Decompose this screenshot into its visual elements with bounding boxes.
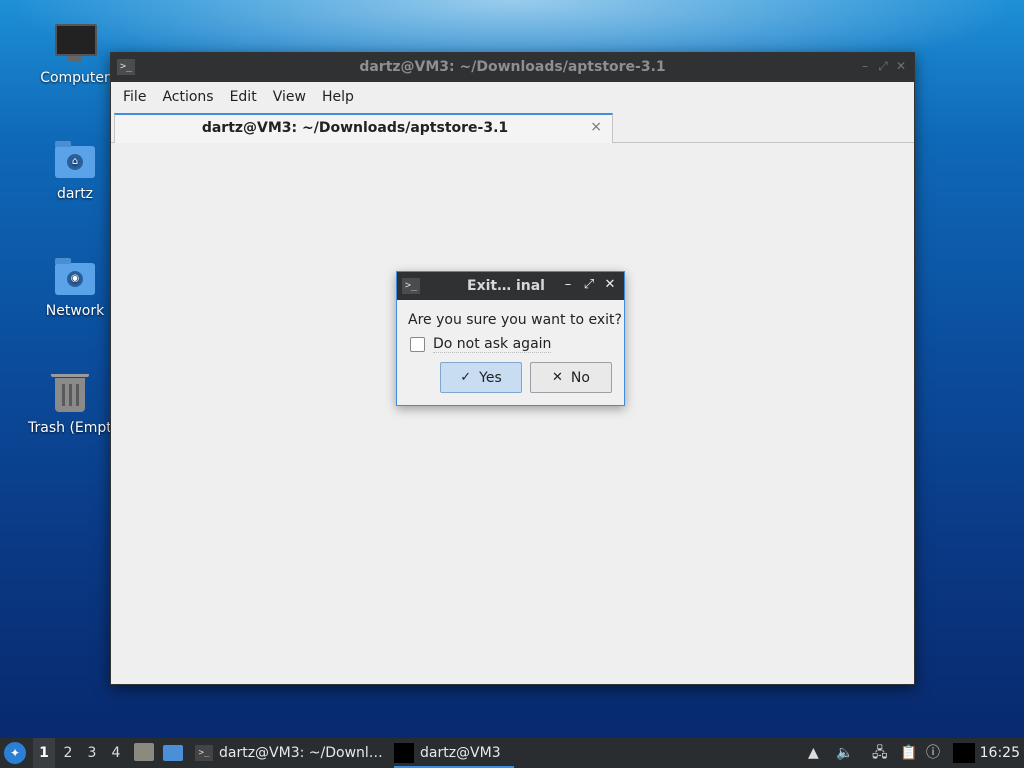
tray-window-thumbnail-icon[interactable] xyxy=(953,743,975,763)
update-notifier-icon[interactable]: ⓘ xyxy=(926,738,940,768)
checkbox-box[interactable] xyxy=(410,337,425,352)
taskbar-task-terminal[interactable]: >_ dartz@VM3: ~/Downl… xyxy=(195,738,385,768)
dialog-titlebar[interactable]: >_ Exit… inal – ⤢ ✕ xyxy=(397,272,624,300)
no-label: No xyxy=(570,369,590,386)
terminal-icon: >_ xyxy=(195,745,213,761)
checkbox-label[interactable]: Do not ask again xyxy=(433,336,552,353)
cross-icon: ✕ xyxy=(552,370,563,385)
dialog-title: Exit… inal xyxy=(467,278,545,294)
window-title: dartz@VM3: ~/Downloads/aptstore-3.1 xyxy=(359,59,666,75)
computer-icon xyxy=(55,24,97,64)
check-icon: ✓ xyxy=(460,370,472,385)
home-folder-icon: ⌂ xyxy=(55,140,95,180)
tab-bar: dartz@VM3: ~/Downloads/aptstore-3.1 × xyxy=(111,112,914,143)
show-desktop-icon[interactable] xyxy=(163,745,183,761)
minimize-button[interactable]: – xyxy=(858,59,872,73)
menu-edit[interactable]: Edit xyxy=(222,89,265,105)
tab-label: dartz@VM3: ~/Downloads/aptstore-3.1 xyxy=(201,120,509,136)
terminal-icon: >_ xyxy=(402,278,420,294)
trash-icon xyxy=(50,374,90,414)
file-manager-launcher-icon[interactable] xyxy=(134,743,154,761)
dialog-maximize-button[interactable]: ⤢ xyxy=(582,277,596,292)
network-folder-icon: ◉ xyxy=(55,257,95,297)
maximize-button[interactable]: ⤢ xyxy=(876,59,890,74)
dialog-close-button[interactable]: ✕ xyxy=(603,277,617,292)
window-titlebar[interactable]: >_ dartz@VM3: ~/Downloads/aptstore-3.1 –… xyxy=(111,53,914,82)
menu-help[interactable]: Help xyxy=(314,89,362,105)
window-thumbnail-icon xyxy=(394,743,414,763)
yes-button[interactable]: ✓ Yes xyxy=(440,362,522,393)
no-button[interactable]: ✕ No xyxy=(530,362,612,393)
taskbar: ✦ 1 2 3 4 >_ dartz@VM3: ~/Downl… dartz@VM… xyxy=(0,738,1024,768)
tab-close-icon[interactable]: × xyxy=(590,119,602,135)
dialog-message: Are you sure you want to exit? xyxy=(408,312,622,328)
network-tray-icon[interactable]: 🖧 xyxy=(872,738,888,768)
workspace-4[interactable]: 4 xyxy=(105,738,127,768)
menu-actions[interactable]: Actions xyxy=(154,89,221,105)
desktop-icon-label: Trash (Empt xyxy=(28,420,112,436)
workspace-2[interactable]: 2 xyxy=(57,738,79,768)
taskbar-task-label: dartz@VM3 xyxy=(420,745,501,761)
exit-dialog: >_ Exit… inal – ⤢ ✕ Are you sure you wan… xyxy=(396,271,625,406)
tab-terminal[interactable]: dartz@VM3: ~/Downloads/aptstore-3.1 × xyxy=(114,113,613,143)
taskbar-task-dialog[interactable]: dartz@VM3 xyxy=(394,738,514,768)
yes-label: Yes xyxy=(479,369,502,386)
menu-file[interactable]: File xyxy=(115,89,154,105)
do-not-ask-checkbox[interactable]: Do not ask again xyxy=(410,336,552,353)
taskbar-task-label: dartz@VM3: ~/Downl… xyxy=(219,745,383,761)
menu-view[interactable]: View xyxy=(265,89,314,105)
close-button[interactable]: ✕ xyxy=(894,59,908,73)
clipboard-icon[interactable]: 📋 xyxy=(900,738,917,768)
tray-arrow-icon[interactable]: ▲ xyxy=(808,738,819,768)
volume-icon[interactable]: 🔈 xyxy=(836,738,853,768)
menu-bar: File Actions Edit View Help xyxy=(111,82,914,112)
workspace-3[interactable]: 3 xyxy=(81,738,103,768)
workspace-1[interactable]: 1 xyxy=(33,738,55,768)
dialog-minimize-button[interactable]: – xyxy=(561,277,575,292)
desktop-icon-trash[interactable]: Trash (Empt xyxy=(20,374,120,436)
start-menu-button[interactable]: ✦ xyxy=(4,742,26,764)
clock[interactable]: 16:25 xyxy=(980,738,1020,768)
